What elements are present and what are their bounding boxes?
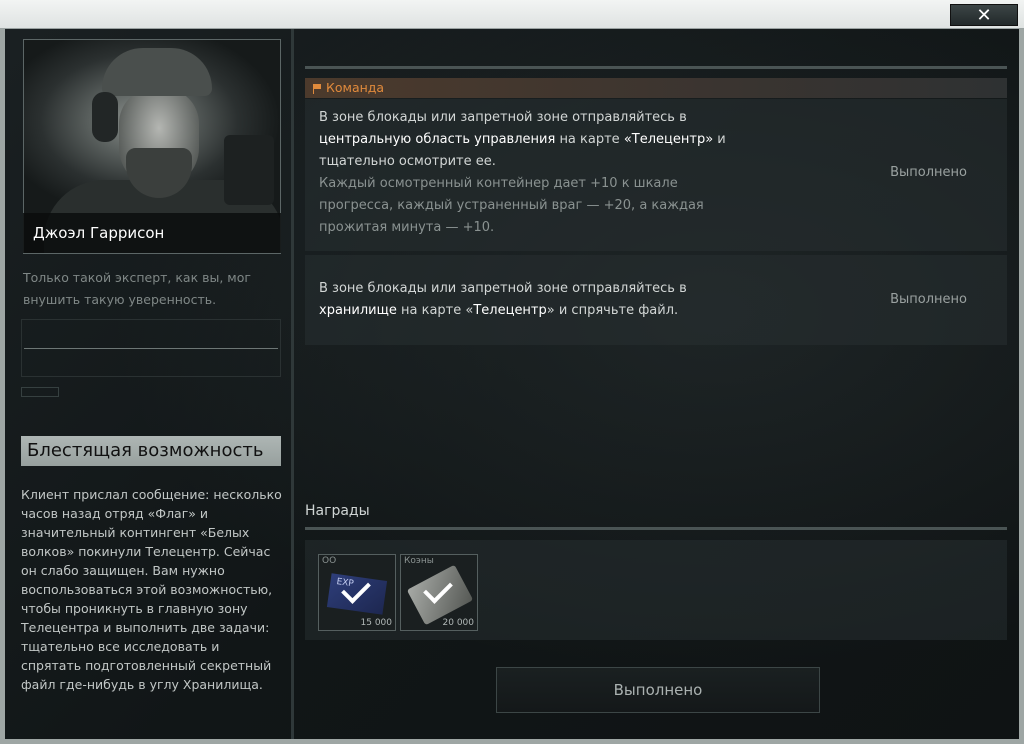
reward-item-exp[interactable]: EXP ОО 15 000 xyxy=(318,554,396,631)
task-hint: Каждый осмотренный контейнер дает +10 к … xyxy=(319,176,704,235)
quest-title: Блестящая возможность xyxy=(21,436,281,466)
task-status: Выполнено xyxy=(890,165,967,180)
quest-description: Клиент прислал сообщение: несколько часо… xyxy=(21,487,282,692)
task-status: Выполнено xyxy=(890,292,967,307)
title-bar: ✕ xyxy=(0,0,1024,29)
quest-window: Джоэл Гаррисон Только такой эксперт, как… xyxy=(0,29,1024,744)
task-item: В зоне блокады или запретной зоне отправ… xyxy=(305,99,1007,251)
signal-wave-graphic xyxy=(21,319,281,377)
task-item: В зоне блокады или запретной зоне отправ… xyxy=(305,255,1007,345)
task-description: В зоне блокады или запретной зоне отправ… xyxy=(319,281,687,318)
decorative-tag xyxy=(21,387,59,397)
rewards-panel: EXP ОО 15 000 Коэны 20 000 xyxy=(305,540,1007,640)
close-button[interactable]: ✕ xyxy=(950,4,1018,26)
close-icon: ✕ xyxy=(976,4,992,26)
divider xyxy=(305,527,1007,530)
trader-panel: Джоэл Гаррисон Только такой эксперт, как… xyxy=(13,29,294,739)
complete-button[interactable]: Выполнено xyxy=(496,667,820,713)
reward-item-coins[interactable]: Коэны 20 000 xyxy=(400,554,478,631)
trader-quote: Только такой эксперт, как вы, мог внушит… xyxy=(23,270,251,307)
divider xyxy=(305,66,1007,69)
rewards-heading: Награды xyxy=(305,503,370,519)
task-description: В зоне блокады или запретной зоне отправ… xyxy=(319,107,739,239)
trader-name: Джоэл Гаррисон xyxy=(23,213,281,253)
flag-icon xyxy=(313,84,322,94)
quest-details: Команда В зоне блокады или запретной зон… xyxy=(299,29,1019,739)
task-group-header: Команда xyxy=(305,78,1007,98)
